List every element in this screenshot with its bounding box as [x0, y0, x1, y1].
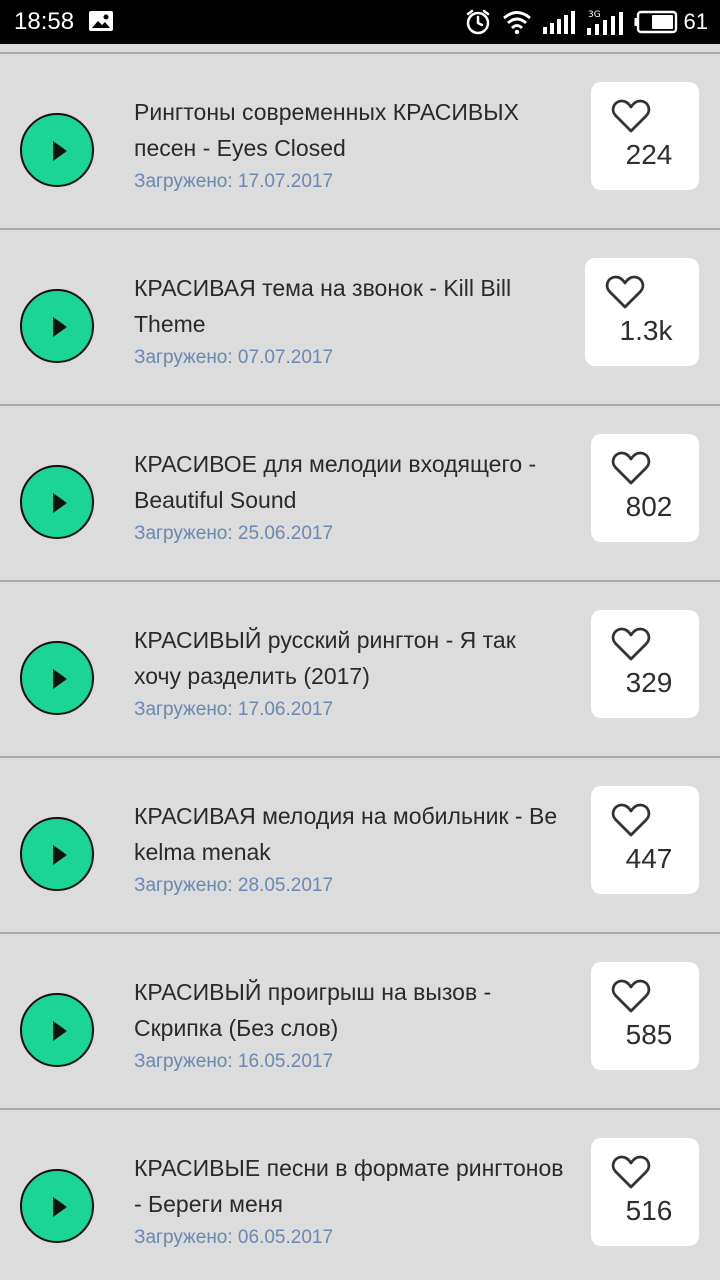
list-item[interactable]: КРАСИВОЕ для мелодии входящего - Beautif… [0, 406, 720, 582]
play-button[interactable] [20, 465, 94, 539]
alarm-icon [466, 9, 489, 35]
list-item[interactable]: КРАСИВАЯ тема на звонок - Kill Bill Them… [0, 230, 720, 406]
list-item[interactable]: КРАСИВЫЕ песни в формате рингтонов - Бер… [0, 1110, 720, 1280]
play-button[interactable] [20, 289, 94, 363]
like-button[interactable]: 802 [591, 434, 699, 542]
like-count: 447 [625, 843, 673, 874]
like-button[interactable]: 447 [591, 786, 699, 894]
like-count: 585 [625, 1019, 673, 1050]
upload-date: Загружено: 07.07.2017 [134, 347, 334, 368]
signal-icon [542, 11, 575, 34]
wifi-icon [502, 11, 531, 35]
heart-icon [611, 627, 651, 661]
like-count: 1.3k [619, 315, 673, 346]
upload-date: Загружено: 17.06.2017 [134, 699, 334, 720]
upload-date: Загружено: 25.06.2017 [134, 523, 334, 544]
like-button[interactable]: 1.3k [585, 258, 699, 366]
heart-icon [611, 803, 651, 837]
heart-icon [611, 451, 651, 485]
upload-date: Загружено: 16.05.2017 [134, 1051, 334, 1072]
status-bar: 18:58 3G 61 [0, 0, 720, 44]
play-button[interactable] [20, 113, 94, 187]
battery-icon [634, 10, 677, 34]
upload-date: Загружено: 17.07.2017 [134, 171, 334, 192]
upload-date: Загружено: 06.05.2017 [134, 1227, 334, 1248]
battery-level: 61 [683, 9, 708, 34]
play-button[interactable] [20, 817, 94, 891]
play-icon [53, 493, 67, 513]
like-button[interactable]: 585 [591, 962, 699, 1070]
ringtone-title[interactable]: КРАСИВАЯ тема на звонок - Kill Bill Them… [134, 270, 564, 342]
list-item[interactable]: КРАСИВАЯ мелодия на мобильник - Be kelma… [0, 758, 720, 934]
ringtone-list: Рингтоны современных КРАСИВЫХ песен - Ey… [0, 44, 720, 1280]
ringtone-title[interactable]: КРАСИВАЯ мелодия на мобильник - Be kelma… [134, 798, 564, 870]
list-item[interactable]: КРАСИВЫЙ проигрыш на вызов - Скрипка (Бе… [0, 934, 720, 1110]
ringtone-title[interactable]: КРАСИВЫЕ песни в формате рингтонов - Бер… [134, 1150, 564, 1222]
play-button[interactable] [20, 993, 94, 1067]
heart-icon [605, 275, 645, 309]
photo-icon [89, 11, 113, 31]
ringtone-title[interactable]: КРАСИВЫЙ русский рингтон - Я так хочу ра… [134, 622, 564, 694]
play-icon [53, 845, 67, 865]
play-icon [53, 317, 67, 337]
ringtone-title[interactable]: КРАСИВОЕ для мелодии входящего - Beautif… [134, 446, 564, 518]
like-button[interactable]: 329 [591, 610, 699, 718]
play-button[interactable] [20, 1169, 94, 1243]
heart-icon [611, 1155, 651, 1189]
like-button[interactable]: 224 [591, 82, 699, 190]
play-icon [53, 1197, 67, 1217]
network-label: 3G [588, 10, 601, 20]
like-button[interactable]: 516 [591, 1138, 699, 1246]
play-button[interactable] [20, 641, 94, 715]
signal-3g-icon: 3G [586, 10, 623, 35]
status-icons: 3G 61 [464, 6, 708, 38]
heart-icon [611, 99, 651, 133]
heart-icon [611, 979, 651, 1013]
ringtone-title[interactable]: Рингтоны современных КРАСИВЫХ песен - Ey… [134, 94, 564, 166]
play-icon [53, 141, 67, 161]
status-time: 18:58 [14, 8, 75, 35]
like-count: 224 [625, 139, 673, 170]
list-top-divider [0, 44, 720, 54]
like-count: 516 [625, 1195, 673, 1226]
like-count: 802 [625, 491, 673, 522]
list-item[interactable]: КРАСИВЫЙ русский рингтон - Я так хочу ра… [0, 582, 720, 758]
play-icon [53, 1021, 67, 1041]
upload-date: Загружено: 28.05.2017 [134, 875, 334, 896]
ringtone-title[interactable]: КРАСИВЫЙ проигрыш на вызов - Скрипка (Бе… [134, 974, 564, 1046]
list-item[interactable]: Рингтоны современных КРАСИВЫХ песен - Ey… [0, 54, 720, 230]
like-count: 329 [625, 667, 673, 698]
play-icon [53, 669, 67, 689]
